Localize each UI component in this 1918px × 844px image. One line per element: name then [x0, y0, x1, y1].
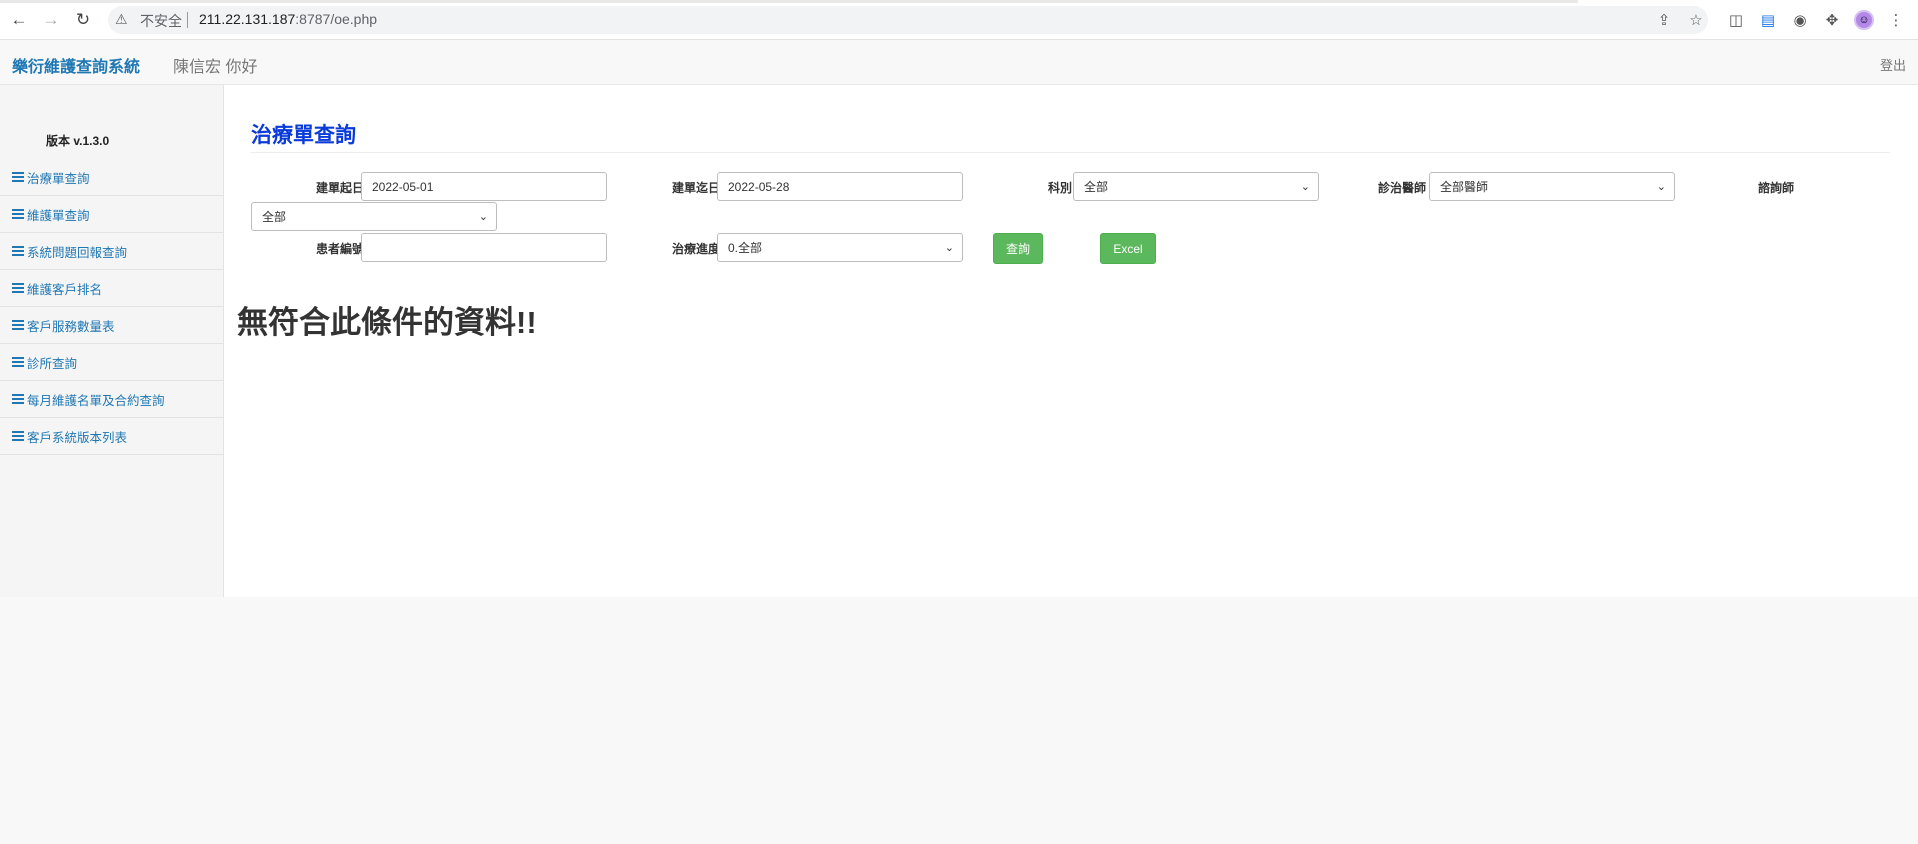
chevron-down-icon: ⌄: [1656, 181, 1666, 193]
sidebar-item-issue-report-query[interactable]: 系統問題回報查詢: [0, 233, 223, 270]
start-date-input[interactable]: 2022-05-01: [361, 172, 607, 201]
start-date-label: 建單起日: [315, 181, 364, 195]
sidebar-item-system-versions[interactable]: 客戶系統版本列表: [0, 418, 223, 455]
sidebar-item-label: 維護單查詢: [27, 208, 90, 223]
sidebar-item-label: 治療單查詢: [27, 171, 90, 186]
chevron-down-icon: ⌄: [1300, 181, 1310, 193]
user-greeting: 陳信宏 你好: [173, 59, 258, 76]
end-date-label: 建單迄日: [671, 181, 720, 195]
sidebar-item-customer-ranking[interactable]: 維護客戶排名: [0, 270, 223, 307]
version-label: 版本 v.1.3.0: [46, 134, 110, 148]
warning-triangle-icon[interactable]: ⚠: [115, 11, 128, 28]
browser-toolbar: ← → ↻ ⚠ 不安全 211.22.131.187:8787/oe.php ⇪…: [0, 0, 1918, 40]
logout-link[interactable]: 登出: [1880, 55, 1906, 74]
sidebar-item-label: 維護客戶排名: [27, 282, 103, 297]
list-icon: [12, 320, 24, 330]
sidebar-item-label: 診所查詢: [27, 356, 78, 371]
consultant-select[interactable]: 全部 ⌄: [251, 202, 497, 231]
no-results-message: 無符合此條件的資料!!: [237, 305, 537, 340]
sidebar-item-clinic-query[interactable]: 診所查詢: [0, 344, 223, 381]
sidebar-menu: 治療單查詢 維護單查詢 系統問題回報查詢 維護客戶排名 客戶服務數量表 診所查詢…: [0, 159, 223, 455]
more-menu-icon[interactable]: ⋮: [1886, 10, 1906, 30]
chevron-down-icon: ⌄: [478, 211, 488, 223]
list-icon: [12, 431, 24, 441]
split-view-icon[interactable]: ◫: [1726, 10, 1746, 30]
list-icon: [12, 209, 24, 219]
list-icon: [12, 394, 24, 404]
list-icon: [12, 283, 24, 293]
loading-bar: [0, 0, 1578, 3]
app-brand-link[interactable]: 樂衍維護查詢系統: [12, 53, 140, 77]
extension-hat-icon[interactable]: ◉: [1790, 10, 1810, 30]
back-arrow-icon[interactable]: ←: [8, 9, 30, 31]
chevron-down-icon: ⌄: [944, 242, 954, 254]
bookmark-star-icon[interactable]: ☆: [1686, 10, 1706, 30]
doctor-select[interactable]: 全部醫師 ⌄: [1429, 172, 1675, 201]
url-text[interactable]: 211.22.131.187:8787/oe.php: [199, 11, 377, 27]
list-icon: [12, 246, 24, 256]
puzzle-extensions-icon[interactable]: ✥: [1822, 10, 1842, 30]
security-status-label[interactable]: 不安全: [140, 11, 182, 31]
sidebar-item-label: 系統問題回報查詢: [27, 245, 128, 260]
sidebar-item-label: 客戶系統版本列表: [27, 430, 128, 445]
sidebar-item-label: 每月維護名單及合約查詢: [27, 393, 165, 408]
sidebar-item-label: 客戶服務數量表: [27, 319, 115, 334]
search-button[interactable]: 查詢: [993, 233, 1043, 264]
end-date-input[interactable]: 2022-05-28: [717, 172, 963, 201]
forward-arrow-icon[interactable]: →: [40, 9, 62, 31]
list-icon: [12, 357, 24, 367]
share-icon[interactable]: ⇪: [1654, 10, 1674, 30]
doctor-label: 診治醫師: [1377, 181, 1426, 195]
patient-id-input[interactable]: [361, 233, 607, 262]
sidebar-item-maintenance-query[interactable]: 維護單查詢: [0, 196, 223, 233]
address-separator: [187, 12, 188, 28]
list-icon: [12, 172, 24, 182]
page-title: 治療單查詢: [251, 124, 356, 147]
excel-export-button[interactable]: Excel: [1100, 233, 1156, 264]
department-select[interactable]: 全部 ⌄: [1073, 172, 1319, 201]
profile-avatar[interactable]: ☺: [1854, 10, 1874, 30]
sidebar: 版本 v.1.3.0 治療單查詢 維護單查詢 系統問題回報查詢 維護客戶排名 客…: [0, 85, 224, 597]
department-label: 科別: [1047, 181, 1072, 195]
progress-select[interactable]: 0.全部 ⌄: [717, 233, 963, 262]
main-content: 治療單查詢 建單起日 2022-05-01 建單迄日 2022-05-28 科別…: [224, 85, 1918, 597]
reload-icon[interactable]: ↻: [72, 9, 94, 31]
app-navbar: 樂衍維護查詢系統 陳信宏 你好 登出: [0, 40, 1918, 85]
translate-icon[interactable]: ▤: [1758, 10, 1778, 30]
title-divider: [250, 152, 1890, 153]
progress-label: 治療進度: [671, 242, 720, 256]
sidebar-item-monthly-contract[interactable]: 每月維護名單及合約查詢: [0, 381, 223, 418]
patient-id-label: 患者編號: [315, 242, 364, 256]
sidebar-item-service-count[interactable]: 客戶服務數量表: [0, 307, 223, 344]
sidebar-item-treatment-query[interactable]: 治療單查詢: [0, 159, 223, 196]
consultant-label: 諮詢師: [1757, 181, 1794, 195]
